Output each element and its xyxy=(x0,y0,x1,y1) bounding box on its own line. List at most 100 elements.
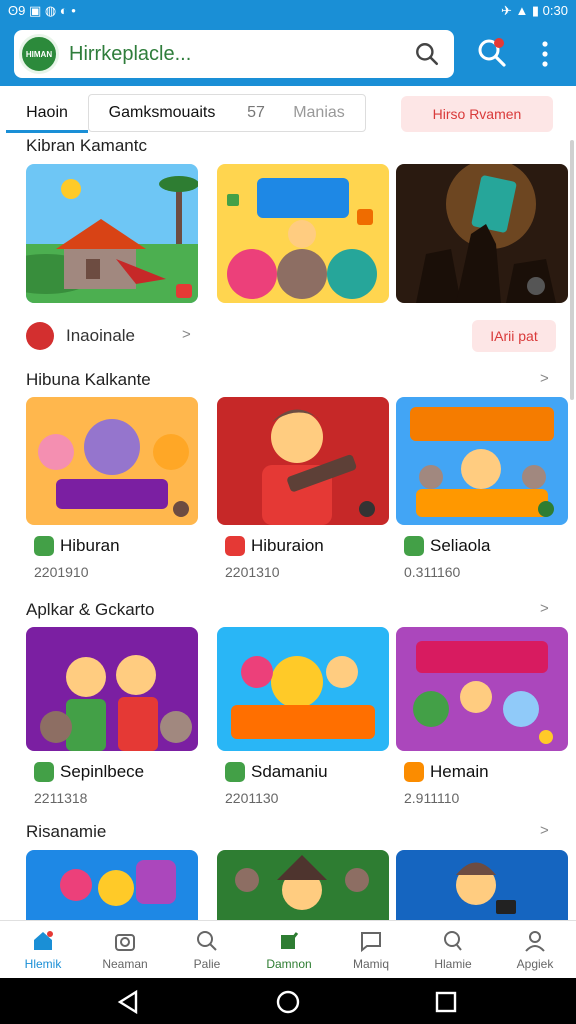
game-thumbnail xyxy=(396,397,568,525)
app-name-text: Hemain xyxy=(430,762,489,781)
nav-item[interactable]: Damnon xyxy=(248,921,330,979)
tab-count[interactable]: 57 xyxy=(236,94,276,132)
chevron-right-icon[interactable]: > xyxy=(540,370,549,387)
status-bar: ʘ9 ▣ ◍ ◐ • ✈ ▲ ▮ 0:30 xyxy=(0,0,576,22)
search-icon xyxy=(444,931,462,951)
app-logo: HIMAN xyxy=(19,34,59,74)
game-thumbnail xyxy=(26,627,198,751)
search-icon[interactable] xyxy=(414,41,440,67)
section-title: Risanamie xyxy=(26,822,107,841)
game-thumbnail xyxy=(396,627,568,751)
nav-label: Hlemik xyxy=(24,957,62,971)
recents-icon[interactable] xyxy=(432,988,460,1016)
home-circle-icon[interactable] xyxy=(274,988,302,1016)
app-icon xyxy=(225,536,245,556)
game-card[interactable] xyxy=(396,850,568,920)
app-name[interactable]: Hiburan xyxy=(34,536,120,556)
nav-home[interactable]: Hlemik xyxy=(2,921,84,979)
heart-icon xyxy=(26,322,54,350)
app-meta: 2201910 xyxy=(34,564,89,580)
game-card[interactable] xyxy=(217,850,389,920)
search-bar[interactable]: HIMAN Hirrkeplacle... xyxy=(14,30,454,78)
promo-tab-button[interactable]: Hirso Rvamen xyxy=(401,96,553,132)
app-meta: 2201310 xyxy=(225,564,280,580)
game-thumbnail xyxy=(26,164,198,303)
chevron-right-icon[interactable]: > xyxy=(540,600,549,617)
game-thumbnail xyxy=(26,850,198,920)
game-card[interactable] xyxy=(26,627,198,751)
status-badge[interactable]: IArii pat xyxy=(472,320,556,352)
app-name-text: Sepinlbece xyxy=(60,762,145,781)
tab-home[interactable]: Haoin xyxy=(6,94,88,132)
app-name[interactable]: Sepinlbece xyxy=(34,762,144,782)
app-name-text: Hiburaion xyxy=(251,536,324,555)
game-thumbnail xyxy=(396,850,568,920)
game-card[interactable] xyxy=(396,164,568,303)
chevron-right-icon: > xyxy=(182,326,191,343)
tab-manias[interactable]: Manias xyxy=(278,94,360,132)
message-icon xyxy=(361,932,381,953)
search-icon xyxy=(197,931,217,951)
app-icon xyxy=(34,762,54,782)
edit-icon xyxy=(281,932,299,949)
tab-active-indicator xyxy=(6,130,88,133)
app-name[interactable]: Hemain xyxy=(404,762,489,782)
game-card[interactable] xyxy=(217,397,389,525)
home-icon xyxy=(34,931,53,950)
app-meta: 0.311160 xyxy=(404,564,461,580)
app-icon xyxy=(34,536,54,556)
more-menu-icon[interactable] xyxy=(536,36,554,72)
app-bar: HIMAN Hirrkeplacle... xyxy=(0,22,576,86)
back-icon[interactable] xyxy=(114,988,142,1016)
app-name-text: Hiburan xyxy=(60,536,120,555)
nav-label: Neaman xyxy=(102,957,148,971)
section-title: Hibuna Kalkante xyxy=(26,370,151,389)
game-card[interactable] xyxy=(26,397,198,525)
chevron-right-icon[interactable]: > xyxy=(540,822,549,839)
game-card[interactable] xyxy=(217,627,389,751)
section-title: Kibran Kamantc xyxy=(26,136,147,155)
app-meta: 2.911110 xyxy=(404,790,460,806)
app-name-text: Sdamaniu xyxy=(251,762,328,781)
list-item[interactable]: Inaoinale > IArii pat xyxy=(26,318,556,354)
scrollbar[interactable] xyxy=(570,140,574,400)
nav-label: Damnon xyxy=(266,957,312,971)
section-title: Aplkar & Gckarto xyxy=(26,600,155,619)
list-item-label: Inaoinale xyxy=(66,326,136,345)
app-name[interactable]: Sdamaniu xyxy=(225,762,328,782)
nav-profile[interactable]: Apgiek xyxy=(494,921,576,979)
game-thumbnail xyxy=(217,397,389,525)
app-meta: 2211318 xyxy=(34,790,88,806)
game-card[interactable] xyxy=(396,627,568,751)
search-input[interactable]: Hirrkeplacle... xyxy=(69,43,414,66)
game-card[interactable] xyxy=(217,164,389,303)
profile-icon xyxy=(525,931,545,952)
game-thumbnail xyxy=(217,850,389,920)
nav-label: Palie xyxy=(193,957,221,971)
app-name[interactable]: Hiburaion xyxy=(225,536,324,556)
nav-item[interactable]: Hlamie xyxy=(412,921,494,979)
app-icon xyxy=(404,762,424,782)
bottom-navigation: Hlemik Neaman Palie Damnon Mamiq Hlamie … xyxy=(0,920,576,978)
system-navigation xyxy=(0,978,576,1024)
app-icon xyxy=(404,536,424,556)
nav-label: Mamiq xyxy=(352,957,389,971)
status-right: ✈ ▲ ▮ 0:30 xyxy=(500,3,568,18)
tab-games[interactable]: Gamksmouaits xyxy=(92,94,232,132)
app-icon xyxy=(225,762,245,782)
nav-item[interactable]: Mamiq xyxy=(330,921,412,979)
game-thumbnail xyxy=(26,397,198,525)
game-thumbnail xyxy=(217,627,389,751)
notification-search-icon[interactable] xyxy=(474,34,510,70)
nav-label: Hlamie xyxy=(434,957,472,971)
game-thumbnail xyxy=(396,164,568,303)
app-meta: 2201130 xyxy=(225,790,279,806)
app-name[interactable]: Seliaola xyxy=(404,536,491,556)
game-card[interactable] xyxy=(26,164,198,303)
camera-icon xyxy=(115,934,135,951)
game-card[interactable] xyxy=(396,397,568,525)
nav-label: Apgiek xyxy=(516,957,554,971)
game-card[interactable] xyxy=(26,850,198,920)
nav-item[interactable]: Neaman xyxy=(84,921,166,979)
nav-item[interactable]: Palie xyxy=(166,921,248,979)
